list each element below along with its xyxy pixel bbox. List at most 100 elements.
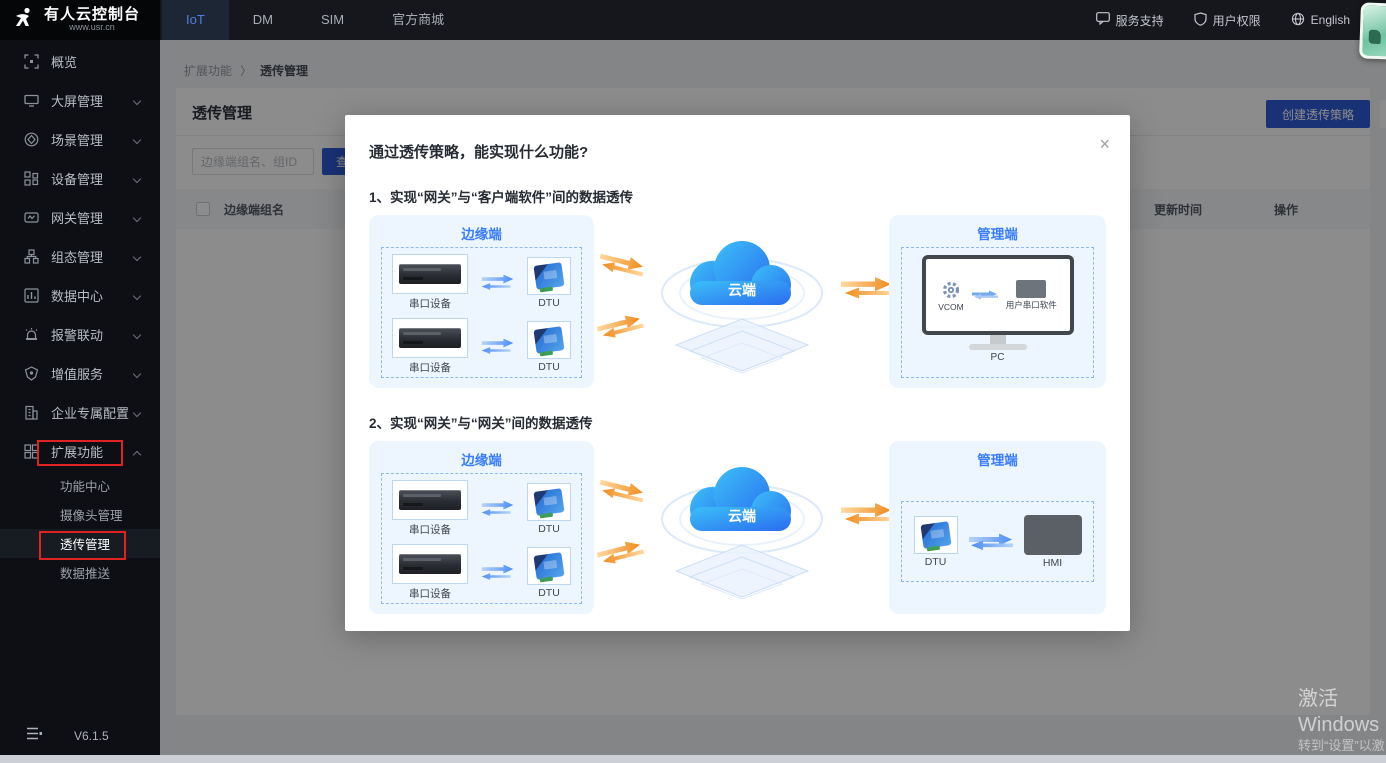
datacenter-icon: [24, 288, 39, 303]
manage-panel-2: 管理端 DTU HMI: [889, 441, 1106, 614]
passthrough-help-modal: 通过透传策略，能实现什么功能? × 1、实现“网关”与“客户端软件”间的数据透传…: [345, 115, 1130, 631]
app-subtitle: www.usr.cn: [44, 23, 140, 33]
keyboard-icon: [1016, 280, 1046, 298]
dtu-device: DTU: [914, 516, 958, 568]
value-icon: [24, 366, 39, 381]
serial-device: 串口设备: [392, 254, 468, 311]
red-annotation-box-extension: [37, 440, 123, 466]
globe-icon: [1291, 12, 1305, 29]
chat-icon: [1096, 12, 1110, 28]
serial-device: 串口设备: [392, 544, 468, 601]
dtu-device-image: [533, 262, 564, 290]
red-annotation-box-passthrough: [39, 531, 126, 560]
manage-panel-1: 管理端 VCOM 用户串口软件: [889, 215, 1106, 388]
permission-link[interactable]: 用户权限: [1194, 12, 1261, 29]
cloud-illustration: 云端: [642, 227, 842, 377]
orange-double-arrow-icon: [596, 312, 647, 347]
support-link[interactable]: 服务支持: [1096, 12, 1164, 29]
sidebar: 概览 大屏管理 场景管理 设备管理 网关管理 组态管理 数据中心 报警联动: [0, 40, 160, 755]
tab-dm[interactable]: DM: [229, 0, 297, 40]
tab-mall[interactable]: 官方商城: [368, 0, 468, 40]
app-root: 有人云控制台 www.usr.cn IoT DM SIM 官方商城 服务支持 用…: [0, 0, 1386, 763]
logo[interactable]: 有人云控制台 www.usr.cn: [0, 0, 160, 40]
version-label: V6.1.5: [74, 729, 109, 743]
topbar-right: 服务支持 用户权限 English: [1096, 0, 1386, 40]
cloud-link-area: 云端: [594, 441, 889, 614]
enterprise-icon: [24, 405, 39, 420]
businessman-figure: [1082, 330, 1098, 362]
diagram-gateway-to-client: 边缘端 串口设备 DTU: [369, 215, 1106, 388]
user-avatar[interactable]: [1359, 2, 1386, 59]
svg-text:云端: 云端: [728, 508, 756, 524]
serial-device-image: [399, 490, 461, 510]
device-icon: [24, 171, 39, 186]
tab-sim[interactable]: SIM: [297, 0, 368, 40]
sidebar-item-gateway[interactable]: 网关管理: [0, 198, 160, 237]
bigscreen-icon: [24, 93, 39, 108]
serial-device: 串口设备: [392, 480, 468, 537]
serial-device-image: [399, 328, 461, 348]
tab-iot[interactable]: IoT: [162, 0, 229, 40]
user-serial-software: 用户串口软件: [1006, 280, 1057, 311]
collapse-menu-icon[interactable]: [26, 727, 42, 745]
language-link[interactable]: English: [1291, 12, 1350, 29]
orange-double-arrow-icon: [596, 250, 647, 285]
scene-icon: [24, 132, 39, 147]
sidebar-subitem-camera[interactable]: 摄像头管理: [0, 500, 160, 529]
dtu-device: DTU: [527, 257, 571, 309]
diagram-gateway-to-gateway: 边缘端 串口设备 DTU: [369, 441, 1106, 614]
blue-double-arrow-icon: [480, 275, 516, 291]
section-2-heading: 2、实现“网关”与“网关”间的数据透传: [369, 412, 1106, 432]
dtu-device-image: [920, 521, 951, 549]
sidebar-item-alarm[interactable]: 报警联动: [0, 315, 160, 354]
modal-title: 通过透传策略，能实现什么功能?: [369, 141, 1106, 162]
sidebar-item-enterprise[interactable]: 企业专属配置: [0, 393, 160, 432]
alarm-icon: [24, 327, 39, 342]
sidebar-item-datacenter[interactable]: 数据中心: [0, 276, 160, 315]
dtu-device: DTU: [527, 547, 571, 599]
dtu-device: DTU: [527, 321, 571, 373]
svg-text:云端: 云端: [728, 282, 756, 298]
sidebar-subitem-datapush[interactable]: 数据推送: [0, 558, 160, 587]
app-title: 有人云控制台: [44, 7, 140, 24]
sidebar-subitem-function-center[interactable]: 功能中心: [0, 471, 160, 500]
dtu-device: DTU: [527, 483, 571, 535]
gateway-icon: [24, 210, 39, 225]
overview-icon: [24, 54, 39, 69]
bottom-edge-strip: [0, 755, 1386, 763]
top-nav-tabs: IoT DM SIM 官方商城: [162, 0, 468, 40]
orange-double-arrow-icon: [841, 503, 893, 530]
scada-icon: [24, 249, 39, 264]
edge-panel-1: 边缘端 串口设备 DTU: [369, 215, 594, 388]
blue-double-arrow-icon: [972, 290, 998, 300]
cloud-illustration: 云端: [642, 453, 842, 603]
orange-double-arrow-icon: [596, 476, 647, 511]
section-1-heading: 1、实现“网关”与“客户端软件”间的数据透传: [369, 186, 1106, 206]
close-icon[interactable]: ×: [1099, 135, 1110, 153]
dtu-device-image: [533, 326, 564, 354]
dtu-device-image: [533, 488, 564, 516]
sidebar-item-scada[interactable]: 组态管理: [0, 237, 160, 276]
orange-double-arrow-icon: [841, 277, 893, 304]
sidebar-item-scene[interactable]: 场景管理: [0, 120, 160, 159]
windows-activation-watermark: 激活 Windows 转到“设置”以激活 W: [1298, 686, 1386, 763]
serial-device-image: [399, 554, 461, 574]
sidebar-item-device[interactable]: 设备管理: [0, 159, 160, 198]
blue-double-arrow-icon: [969, 533, 1013, 551]
top-bar: 有人云控制台 www.usr.cn IoT DM SIM 官方商城 服务支持 用…: [0, 0, 1386, 40]
sidebar-item-bigscreen[interactable]: 大屏管理: [0, 81, 160, 120]
hmi-device-image: [1024, 515, 1082, 555]
shield-icon: [1194, 12, 1207, 29]
blue-double-arrow-icon: [480, 339, 516, 355]
gear-icon: [940, 279, 962, 301]
serial-device: 串口设备: [392, 318, 468, 375]
edge-panel-2: 边缘端 串口设备 DTU: [369, 441, 594, 614]
cloud-link-area: 云端: [594, 215, 889, 388]
sidebar-item-overview[interactable]: 概览: [0, 42, 160, 81]
sidebar-item-valueadded[interactable]: 增值服务: [0, 354, 160, 393]
hmi-device: HMI: [1024, 515, 1082, 569]
dtu-device-image: [533, 552, 564, 580]
vcom-software: VCOM: [938, 279, 964, 312]
pc-illustration: VCOM 用户串口软件 PC: [889, 255, 1106, 363]
blue-double-arrow-icon: [480, 501, 516, 517]
